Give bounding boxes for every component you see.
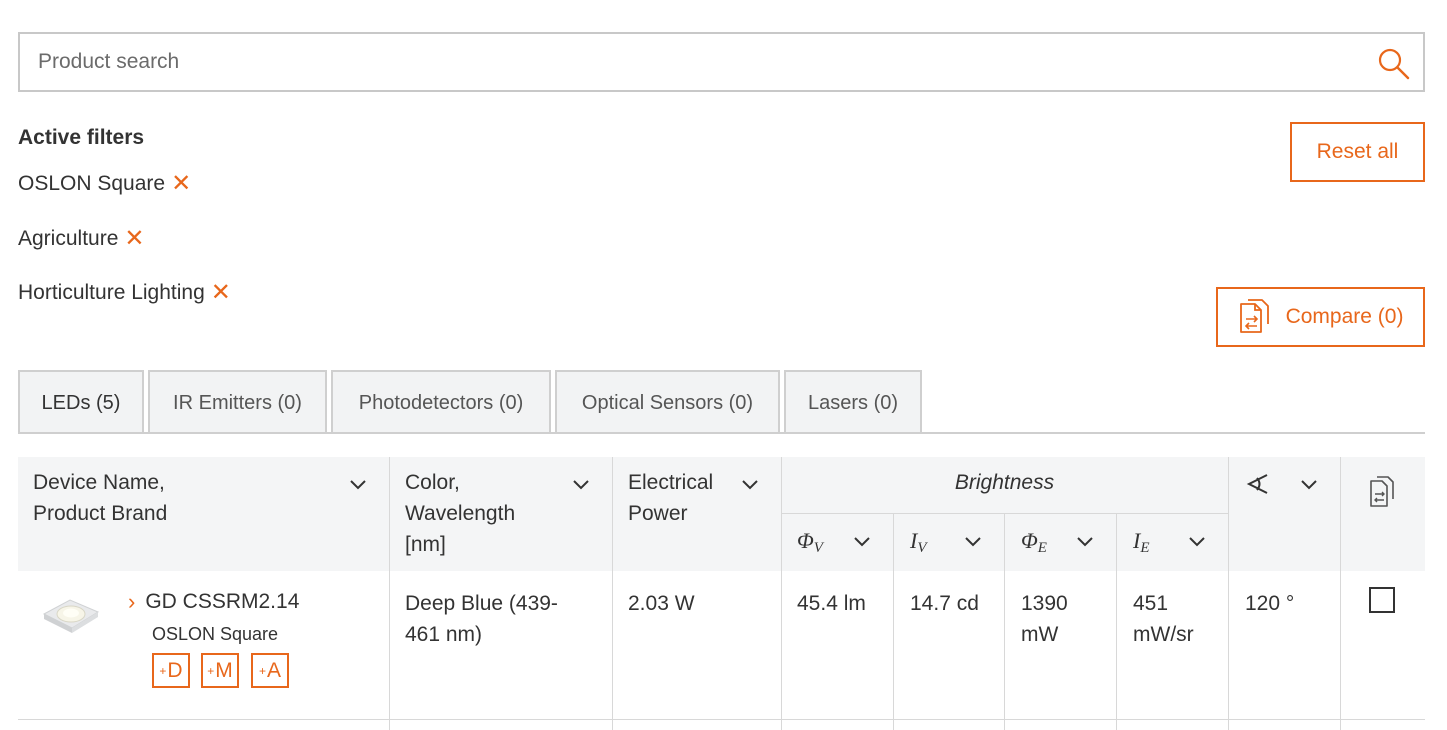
cell-line: Deep Blue (439- <box>405 592 558 615</box>
filter-chip-label: Agriculture <box>18 227 119 250</box>
chevron-down-icon[interactable] <box>853 536 871 548</box>
cell-luminous-intensity: 14.7 cd <box>910 592 979 615</box>
symbol: Φ <box>797 528 814 553</box>
symbol: Φ <box>1021 528 1038 553</box>
search-icon[interactable] <box>1377 47 1411 81</box>
badge-letter: D <box>167 658 183 682</box>
header-line: Product Brand <box>33 502 168 525</box>
compare-icon <box>1239 299 1269 333</box>
compare-checkbox[interactable] <box>1369 587 1395 613</box>
tab-ir-emitters[interactable]: IR Emitters (0) <box>148 370 327 434</box>
header-line: Device Name, <box>33 471 165 494</box>
search-box <box>18 32 1425 92</box>
tab-optical-sensors[interactable]: Optical Sensors (0) <box>555 370 780 434</box>
cell-power: 2.03 W <box>628 592 695 615</box>
remove-filter-icon[interactable]: ✕ <box>211 281 231 305</box>
column-divider <box>389 457 390 730</box>
tab-leds[interactable]: LEDs (5) <box>18 370 144 434</box>
tab-photodetectors[interactable]: Photodetectors (0) <box>331 370 551 434</box>
header-radiant-flux: ΦE <box>1021 525 1047 564</box>
chevron-down-icon[interactable] <box>741 479 759 491</box>
cell-line: 451 <box>1133 592 1169 615</box>
cell-radiant-flux: 1390 mW <box>1021 588 1068 650</box>
remove-filter-icon[interactable]: ✕ <box>171 172 191 196</box>
row-divider <box>18 719 1425 720</box>
header-luminous-intensity: IV <box>910 525 927 564</box>
filter-chip-label: Horticulture Lighting <box>18 281 205 304</box>
tabs-divider <box>18 432 1425 434</box>
cell-color: Deep Blue (439- 461 nm) <box>405 588 558 650</box>
product-brand: OSLON Square <box>152 624 279 644</box>
compare-button-label: Compare (0) <box>1285 305 1404 328</box>
cell-line: mW/sr <box>1133 623 1194 646</box>
chevron-down-icon[interactable] <box>1188 536 1206 548</box>
column-divider <box>1116 513 1117 730</box>
add-datasheet-badge[interactable]: + D <box>152 653 190 688</box>
reset-all-button[interactable]: Reset all <box>1290 122 1425 182</box>
header-electrical-power: Electrical Power <box>628 467 713 529</box>
chevron-down-icon[interactable] <box>964 536 982 548</box>
badge-letter: M <box>215 658 233 682</box>
chevron-down-icon[interactable] <box>572 479 590 491</box>
filter-chip-horticulture-lighting: Horticulture Lighting ✕ <box>18 281 231 305</box>
header-line: Power <box>628 502 688 525</box>
viewing-angle-icon <box>1246 474 1268 494</box>
tab-lasers[interactable]: Lasers (0) <box>784 370 922 434</box>
header-brightness: Brightness <box>954 471 1055 494</box>
header-line: [nm] <box>405 533 446 556</box>
column-divider <box>781 457 782 730</box>
add-application-badge[interactable]: + A <box>251 653 289 688</box>
header-device-name: Device Name, Product Brand <box>33 467 167 529</box>
column-divider <box>612 457 613 730</box>
cell-line: 461 nm) <box>405 623 483 646</box>
add-model-badge[interactable]: + M <box>201 653 239 688</box>
badge-prefix: + <box>258 663 266 678</box>
cell-line: mW <box>1021 623 1059 646</box>
header-line: Electrical <box>628 471 714 494</box>
column-divider <box>1340 457 1341 730</box>
chevron-right-icon: › <box>128 589 136 614</box>
cell-viewing-angle: 120 ° <box>1245 592 1295 615</box>
header-line: Color, <box>405 471 460 494</box>
search-input[interactable] <box>38 34 1338 90</box>
chevron-down-icon[interactable] <box>1300 479 1318 491</box>
symbol-subscript: E <box>1140 540 1150 556</box>
header-luminous-flux: ΦV <box>797 525 823 564</box>
led-product-image <box>42 599 100 633</box>
symbol-subscript: E <box>1037 540 1047 556</box>
badge-prefix: + <box>159 663 167 678</box>
compare-button[interactable]: Compare (0) <box>1216 287 1425 347</box>
symbol-subscript: V <box>917 540 927 556</box>
filter-chip-oslon-square: OSLON Square ✕ <box>18 172 191 196</box>
remove-filter-icon[interactable]: ✕ <box>124 227 144 251</box>
active-filters-title: Active filters <box>18 126 145 149</box>
filter-chip-agriculture: Agriculture ✕ <box>18 227 145 251</box>
chevron-down-icon[interactable] <box>1076 536 1094 548</box>
column-divider <box>1004 513 1005 730</box>
cell-line: 1390 <box>1021 592 1068 615</box>
column-divider <box>1228 457 1229 730</box>
cell-luminous-flux: 45.4 lm <box>797 592 866 615</box>
header-radiant-intensity: IE <box>1133 525 1150 564</box>
badge-letter: A <box>267 658 282 682</box>
symbol-subscript: V <box>813 540 823 556</box>
header-line: Wavelength <box>405 502 516 525</box>
cell-radiant-intensity: 451 mW/sr <box>1133 588 1194 650</box>
column-divider <box>893 513 894 730</box>
filter-chip-label: OSLON Square <box>18 172 166 195</box>
badge-prefix: + <box>207 663 215 678</box>
product-name: GD CSSRM2.14 <box>145 590 300 613</box>
category-tabs: LEDs (5) IR Emitters (0) Photodetectors … <box>18 370 926 434</box>
product-name-link[interactable]: › GD CSSRM2.14 <box>128 589 299 615</box>
chevron-down-icon[interactable] <box>349 479 367 491</box>
compare-icon <box>1370 476 1394 507</box>
header-color-wavelength: Color, Wavelength [nm] <box>405 467 515 560</box>
